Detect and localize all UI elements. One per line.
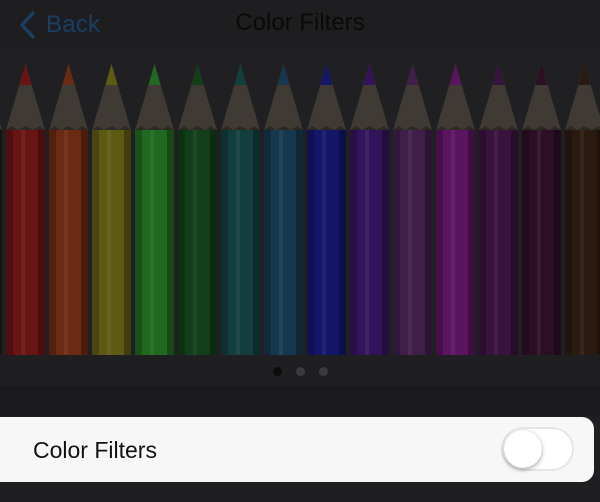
pencil: [434, 50, 477, 355]
pencil: [47, 50, 90, 355]
section-separator: [0, 386, 600, 416]
pencil: [219, 50, 262, 355]
page-dot[interactable]: [272, 366, 282, 376]
pencil-carousel[interactable]: [0, 50, 600, 355]
toggle-knob: [504, 430, 542, 468]
pencil: [4, 50, 47, 355]
page-dot[interactable]: [295, 366, 305, 376]
pencil: [176, 50, 219, 355]
color-filters-toggle[interactable]: [501, 427, 574, 471]
page-dot[interactable]: [318, 366, 328, 376]
navigation-bar: Back Color Filters: [0, 0, 600, 50]
pencil: [348, 50, 391, 355]
pencil: [262, 50, 305, 355]
color-filters-row: Color Filters: [0, 417, 594, 482]
color-filters-label: Color Filters: [33, 437, 157, 463]
page-title: Color Filters: [235, 9, 365, 36]
pencil: [133, 50, 176, 355]
screen: Back Color Filters Color Filters: [0, 0, 600, 502]
bottom-background: [0, 482, 600, 502]
pencil: [90, 50, 133, 355]
pencil: [563, 50, 600, 355]
page-control[interactable]: [0, 356, 600, 386]
pencil: [305, 50, 348, 355]
pencil: [391, 50, 434, 355]
pencil: [520, 50, 563, 355]
pencil: [477, 50, 520, 355]
